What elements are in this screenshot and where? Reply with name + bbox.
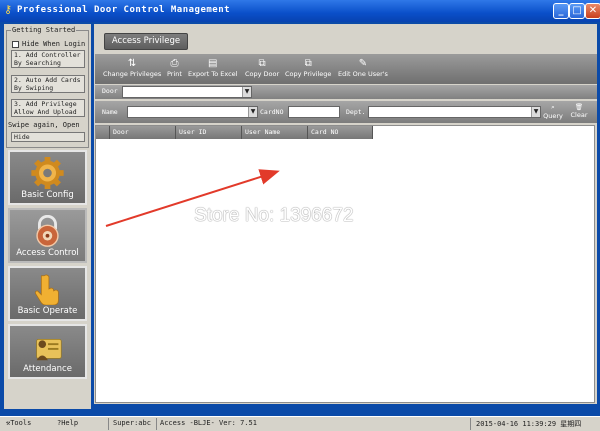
- step-add-cards-button[interactable]: 2. Auto Add Cards By Swiping: [11, 75, 85, 93]
- chevron-down-icon[interactable]: ▼: [242, 87, 251, 97]
- tools-menu[interactable]: ⚒Tools: [6, 419, 31, 427]
- tools-label: Tools: [10, 419, 32, 427]
- change-privileges-label: Change Privileges: [103, 70, 162, 78]
- name-select[interactable]: ▼: [127, 106, 258, 118]
- edit-icon: ✎: [358, 58, 368, 69]
- status-separator: [108, 418, 109, 430]
- close-button[interactable]: ✕: [585, 3, 600, 19]
- nav-basic-config-label: Basic Config: [21, 190, 74, 200]
- dept-label: Dept.: [346, 108, 366, 116]
- nav-access-control[interactable]: Access Control: [8, 208, 87, 263]
- lock-icon: [36, 215, 59, 247]
- query-label: Query: [543, 112, 563, 120]
- export-excel-label: Export To Excel: [188, 70, 238, 78]
- toolbar: ⇅ Change Privileges ⎙ Print ▤ Export To …: [95, 54, 597, 84]
- help-label: Help: [61, 419, 79, 427]
- print-label: Print: [167, 70, 182, 78]
- copy-door-button[interactable]: ⧉ Copy Door: [245, 57, 279, 83]
- export-excel-button[interactable]: ▤ Export To Excel: [188, 57, 237, 83]
- copy-privilege-button[interactable]: ⧉ Copy Privilege: [285, 57, 331, 83]
- store-watermark: Store No: 1396672: [194, 205, 354, 226]
- copy-privilege-label: Copy Privilege: [285, 70, 332, 78]
- copy-door-icon: ⧉: [258, 58, 266, 69]
- door-select[interactable]: ▼: [122, 86, 252, 98]
- column-header-card-no[interactable]: Card NO: [308, 126, 373, 139]
- step-add-privilege-button[interactable]: 3. Add Privilege Allow And Upload: [11, 99, 85, 117]
- status-datetime: 2015-04-16 11:39:29 星期四: [476, 420, 582, 428]
- swipe-again-label: Swipe again, Open: [8, 121, 80, 129]
- nav-basic-operate[interactable]: Basic Operate: [8, 266, 87, 321]
- title-bar[interactable]: ⚷ Professional Door Control Management _…: [0, 0, 600, 22]
- getting-started-title: Getting Started: [11, 26, 77, 34]
- change-icon: ⇅: [127, 58, 137, 69]
- grid-corner: [96, 126, 110, 139]
- card-no-input[interactable]: [288, 106, 340, 118]
- status-separator: [156, 418, 157, 430]
- app-key-icon: ⚷: [4, 3, 13, 16]
- edit-one-user-label: Edit One User's: [338, 70, 388, 78]
- column-header-user-id[interactable]: User ID: [176, 126, 242, 139]
- nav-basic-config[interactable]: Basic Config: [8, 150, 87, 205]
- chevron-down-icon[interactable]: ▼: [531, 107, 540, 117]
- maximize-button[interactable]: □: [569, 3, 585, 19]
- hide-when-login-label: Hide When Login: [22, 40, 86, 48]
- nav-basic-operate-label: Basic Operate: [17, 306, 78, 316]
- help-menu[interactable]: ?Help: [57, 419, 78, 427]
- minimize-button[interactable]: _: [553, 3, 569, 19]
- query-button[interactable]: ⌕ Query: [543, 103, 563, 122]
- left-panel: Getting Started Hide When Login 1. Add C…: [4, 24, 91, 409]
- hide-when-login-checkbox[interactable]: [12, 41, 19, 48]
- step-add-controller-button[interactable]: 1. Add Controller By Searching: [11, 50, 85, 68]
- name-label: Name: [102, 108, 118, 116]
- print-button[interactable]: ⎙ Print: [167, 57, 182, 83]
- hand-pointer-icon: [35, 274, 59, 305]
- getting-started-group: Getting Started Hide When Login 1. Add C…: [6, 26, 89, 148]
- clear-button[interactable]: 🗑 Clear: [569, 103, 589, 122]
- clear-label: Clear: [570, 111, 588, 119]
- grid-header: Door User ID User Name Card NO: [96, 126, 373, 139]
- trash-icon: 🗑: [574, 103, 584, 111]
- card-no-label: CardNO: [260, 108, 284, 116]
- nav-attendance[interactable]: Attendance: [8, 324, 87, 379]
- excel-icon: ▤: [208, 58, 218, 69]
- tab-access-privilege[interactable]: Access Privilege: [104, 33, 188, 50]
- nav-access-control-label: Access Control: [16, 248, 79, 258]
- status-separator: [470, 418, 471, 430]
- printer-icon: ⎙: [170, 58, 179, 69]
- chevron-down-icon[interactable]: ▼: [248, 107, 257, 117]
- nav-attendance-label: Attendance: [23, 364, 72, 374]
- gear-icon: [31, 157, 64, 189]
- dept-select[interactable]: ▼: [368, 106, 541, 118]
- person-card-icon: [36, 339, 62, 361]
- status-bar: ⚒Tools ?Help Super:abc Access -BLJE- Ver…: [0, 416, 600, 431]
- door-filter-row: Door ▼: [95, 85, 597, 99]
- copy-door-label: Copy Door: [245, 70, 280, 78]
- column-header-user-name[interactable]: User Name: [242, 126, 308, 139]
- status-user: Super:abc: [113, 419, 151, 427]
- change-privileges-button[interactable]: ⇅ Change Privileges: [103, 57, 161, 83]
- privilege-grid[interactable]: Door User ID User Name Card NO: [95, 125, 595, 403]
- door-label: Door: [102, 87, 118, 95]
- hide-button[interactable]: Hide: [11, 132, 85, 142]
- search-row: Name ▼ CardNO Dept. ▼ ⌕ Query 🗑 Clear: [95, 101, 597, 123]
- copy-privilege-icon: ⧉: [304, 58, 312, 69]
- edit-one-user-button[interactable]: ✎ Edit One User's: [338, 57, 388, 83]
- status-version: Access -BLJE- Ver: 7.51: [160, 419, 257, 427]
- column-header-door[interactable]: Door: [110, 126, 176, 139]
- search-icon: ⌕: [551, 103, 555, 111]
- window-title: Professional Door Control Management: [17, 5, 231, 15]
